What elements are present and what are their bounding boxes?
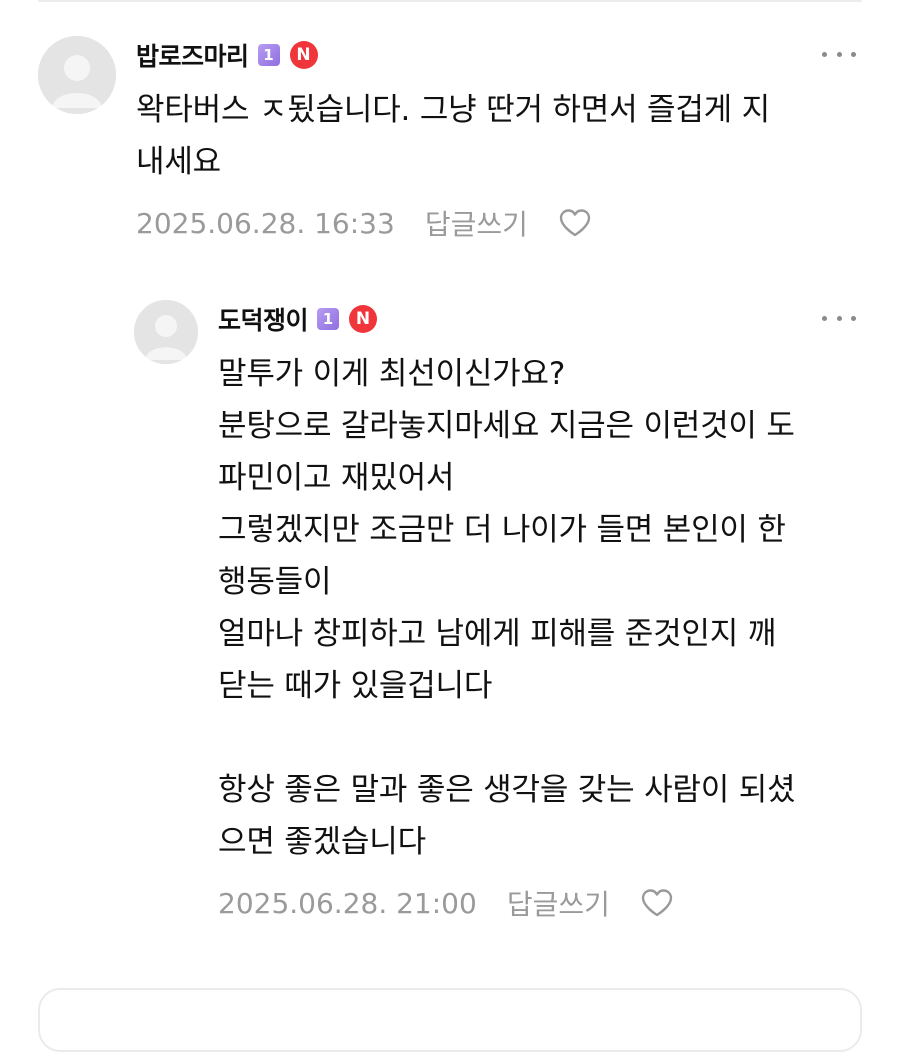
level-badge: 1 [317,308,340,330]
new-badge: N [289,41,318,69]
more-dots-icon[interactable] [822,308,856,328]
comment-body: 밥로즈마리 1 N 왁타버스 ㅈ됬습니다. 그냥 딴거 하면서 즐겁게 지 내세… [136,36,862,248]
more-dots-icon[interactable] [822,44,856,64]
comment-timestamp: 2025.06.28. 21:00 [218,886,477,920]
comment-timestamp: 2025.06.28. 16:33 [136,206,395,240]
default-avatar-icon [38,36,116,114]
comment-username[interactable]: 도덕쟁이 [218,301,309,337]
comment-meta: 2025.06.28. 21:00 답글쓰기 [218,878,862,928]
heart-outline-icon[interactable] [558,208,592,238]
comment-input-box[interactable] [38,988,862,1052]
comment-username[interactable]: 밥로즈마리 [136,37,249,73]
reply-button[interactable]: 답글쓰기 [425,203,528,243]
new-badge: N [349,305,378,333]
comment-meta: 2025.06.28. 16:33 답글쓰기 [136,198,862,248]
commenter-avatar[interactable] [38,36,116,114]
comment-header: 도덕쟁이 1 N [218,300,862,338]
level-badge: 1 [257,44,280,66]
reply-button[interactable]: 답글쓰기 [507,883,610,923]
comment-body: 도덕쟁이 1 N 말투가 이게 최선이신가요? 분탕으로 갈라놓지마세요 지금은… [218,300,862,928]
default-avatar-icon [134,300,198,364]
top-divider [38,0,862,2]
commenter-avatar[interactable] [134,300,198,364]
comment-header: 밥로즈마리 1 N [136,36,862,74]
comment-text: 왁타버스 ㅈ됬습니다. 그냥 딴거 하면서 즐겁게 지 내세요 [136,92,770,180]
comment-text: 말투가 이게 최선이신가요? 분탕으로 갈라놓지마세요 지금은 이런것이 도 파… [218,356,796,860]
heart-outline-icon[interactable] [640,888,674,918]
